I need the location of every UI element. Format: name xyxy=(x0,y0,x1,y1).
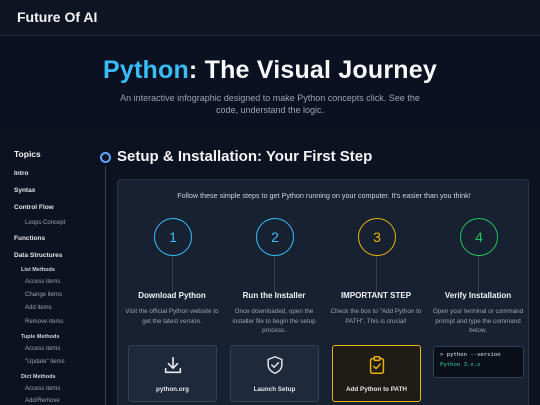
sidebar-item-data-structures[interactable]: Data Structures xyxy=(14,252,114,259)
brand-logo-text[interactable]: Future Of AI xyxy=(17,9,97,25)
sidebar-group-dict-methods[interactable]: Dict Methods xyxy=(21,374,121,380)
sidebar-group-tuple-methods[interactable]: Tuple Methods xyxy=(21,334,121,340)
sidebar-item-syntax[interactable]: Syntax xyxy=(14,187,114,194)
launch-setup-button[interactable]: Launch Setup xyxy=(230,345,319,402)
terminal-snippet: > python --version Python 3.x.x xyxy=(433,346,524,378)
step-3-title: IMPORTANT STEP xyxy=(340,291,412,300)
step-2-number: 2 xyxy=(256,218,294,256)
sidebar-item-loops-concept[interactable]: Loops Concept xyxy=(25,220,125,226)
top-bar: Future Of AI xyxy=(0,0,540,36)
shield-check-icon xyxy=(267,356,283,374)
sidebar-item-list-add[interactable]: Add items xyxy=(25,305,125,311)
step-connector xyxy=(376,256,377,292)
step-4-description: Open your terminal or command prompt and… xyxy=(432,308,524,334)
sidebar-item-dict-access[interactable]: Access items xyxy=(25,386,125,392)
step-connector xyxy=(478,256,479,292)
step-connector xyxy=(274,256,275,292)
step-1-number: 1 xyxy=(154,218,192,256)
timeline-line xyxy=(105,166,106,405)
launch-setup-label: Launch Setup xyxy=(253,386,296,393)
clipboard-check-icon xyxy=(369,356,385,374)
hero-banner: Python: The Visual Journey An interactiv… xyxy=(0,36,540,128)
step-3-description: Check the box to "Add Python to PATH". T… xyxy=(330,308,422,325)
terminal-output: Python 3.x.x xyxy=(440,362,481,368)
page-subtitle: An interactive infographic designed to m… xyxy=(120,93,420,115)
sidebar-item-tuple-update[interactable]: "Update" items xyxy=(25,359,125,365)
sidebar-item-list-access[interactable]: Access items xyxy=(25,279,125,285)
download-icon xyxy=(164,356,182,374)
timeline-dot xyxy=(100,152,111,163)
terminal-command: > python --version xyxy=(440,352,501,358)
sidebar-group-list-methods[interactable]: List Methods xyxy=(21,267,121,273)
sidebar-item-tuple-access[interactable]: Access items xyxy=(25,346,125,352)
sidebar-item-dict-add-remove[interactable]: Add/Remove xyxy=(25,398,125,404)
setup-intro: Follow these simple steps to get Python … xyxy=(177,191,471,200)
section-title: Setup & Installation: Your First Step xyxy=(117,148,373,165)
step-4-title: Verify Installation xyxy=(444,291,512,300)
add-to-path-button[interactable]: Add Python to PATH xyxy=(332,345,421,402)
setup-card: Follow these simple steps to get Python … xyxy=(117,179,529,405)
step-2-description: Once downloaded, open the installer file… xyxy=(232,308,316,334)
step-connector xyxy=(172,256,173,292)
add-to-path-label: Add Python to PATH xyxy=(346,386,407,393)
step-2-title: Run the Installer xyxy=(242,291,306,300)
sidebar-item-control-flow[interactable]: Control Flow xyxy=(14,204,114,211)
sidebar-item-list-remove[interactable]: Remove items xyxy=(25,319,125,325)
sidebar-item-functions[interactable]: Functions xyxy=(14,235,114,242)
step-3-number: 3 xyxy=(358,218,396,256)
python-org-label: python.org xyxy=(156,386,189,393)
sidebar-item-intro[interactable]: Intro xyxy=(14,170,114,177)
page-title: Python: The Visual Journey xyxy=(0,56,540,85)
topics-sidebar: Topics Intro Syntax Control Flow Loops C… xyxy=(0,128,100,405)
sidebar-heading: Topics xyxy=(14,149,41,159)
title-accent: Python xyxy=(103,56,189,84)
step-1-description: Visit the official Python website to get… xyxy=(125,308,219,325)
sidebar-item-list-change[interactable]: Change items xyxy=(25,292,125,298)
python-org-button[interactable]: python.org xyxy=(128,345,217,402)
step-4-number: 4 xyxy=(460,218,498,256)
title-rest: : The Visual Journey xyxy=(188,56,437,84)
step-1-title: Download Python xyxy=(138,291,206,300)
